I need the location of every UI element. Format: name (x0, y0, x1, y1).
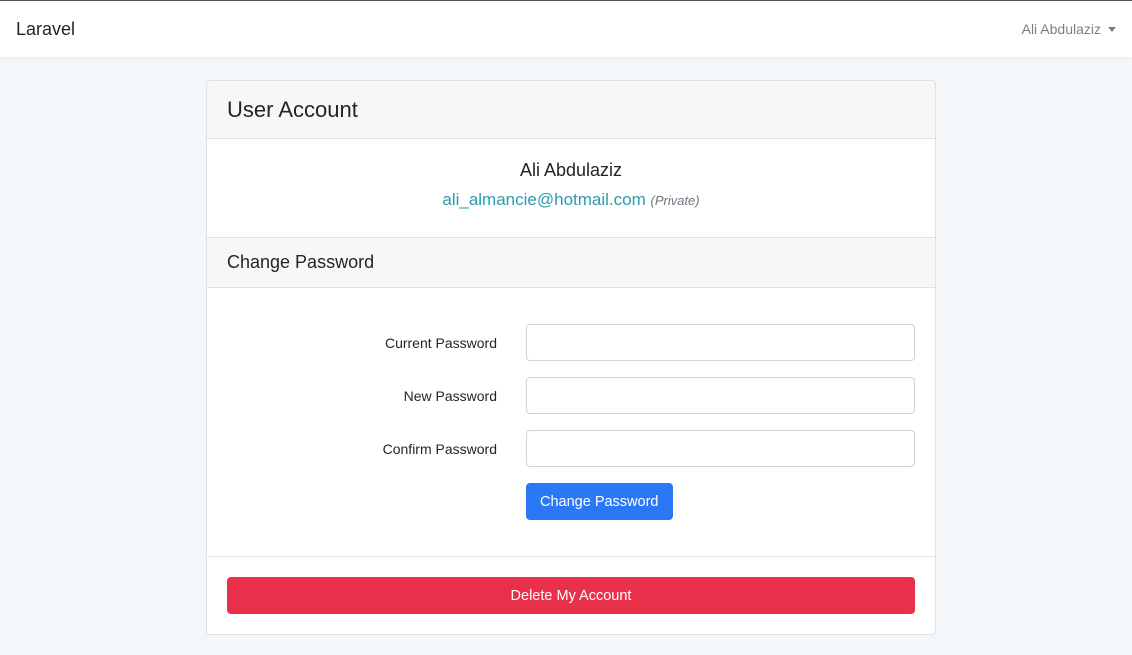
confirm-password-row: Confirm Password (207, 430, 935, 467)
private-note: (Private) (650, 193, 700, 208)
delete-account-button[interactable]: Delete My Account (227, 577, 915, 614)
page-title: User Account (227, 96, 358, 122)
change-password-form: Current Password New Password Confirm Pa… (207, 288, 935, 557)
change-password-title: Change Password (227, 252, 375, 272)
new-password-label: New Password (403, 387, 497, 404)
profile-email-link[interactable]: ali_almancie@hotmail.com (442, 190, 645, 209)
caret-down-icon (1108, 27, 1116, 32)
user-menu-dropdown[interactable]: Ali Abdulaziz (1022, 21, 1116, 37)
new-password-row: New Password (207, 377, 935, 414)
current-password-input[interactable] (526, 324, 915, 361)
profile-email-line: ali_almancie@hotmail.com (Private) (207, 189, 935, 212)
user-menu-name: Ali Abdulaziz (1021, 21, 1101, 37)
change-password-header: Change Password (207, 238, 935, 288)
current-password-label: Current Password (384, 334, 497, 351)
submit-row: Change Password (207, 483, 935, 520)
user-account-card: User Account Ali Abdulaziz ali_almancie@… (206, 80, 936, 635)
profile-name: Ali Abdulaziz (519, 160, 623, 180)
current-password-row: Current Password (207, 324, 935, 361)
confirm-password-input[interactable] (526, 430, 915, 467)
brand-link[interactable]: Laravel (16, 19, 75, 40)
card-header: User Account (207, 81, 935, 139)
delete-account-section: Delete My Account (207, 557, 935, 634)
profile-section: Ali Abdulaziz ali_almancie@hotmail.com (… (207, 139, 935, 238)
top-navbar: Laravel Ali Abdulaziz (0, 0, 1132, 57)
change-password-button[interactable]: Change Password (526, 483, 673, 520)
new-password-input[interactable] (526, 377, 915, 414)
confirm-password-label: Confirm Password (382, 440, 497, 457)
